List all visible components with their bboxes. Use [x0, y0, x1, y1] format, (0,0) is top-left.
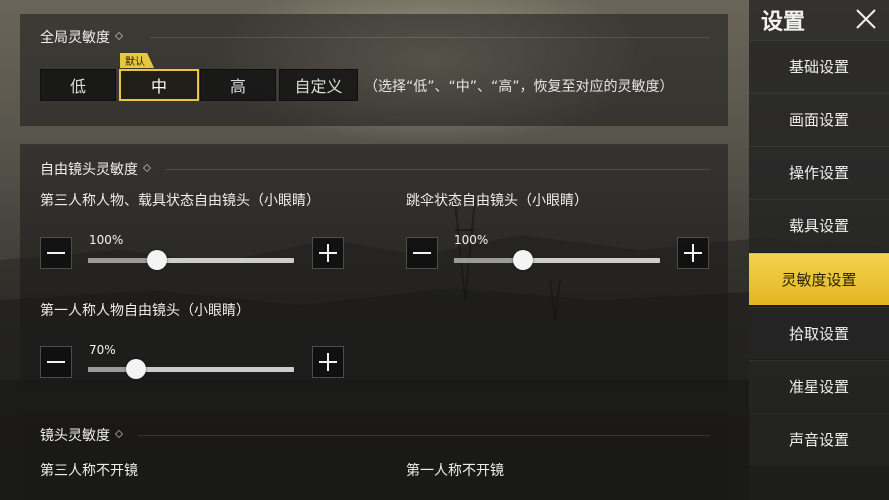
slider-knob[interactable]	[125, 359, 146, 379]
parachute-slider[interactable]	[454, 250, 660, 270]
slider-value: 70%	[89, 343, 116, 357]
sensitivity-hint: （选择“低”、“中”、“高”，恢复至对应的灵敏度）	[364, 79, 674, 95]
sidebar-item-label: 载具设置	[788, 217, 849, 235]
diamond-icon	[142, 163, 152, 173]
minus-icon	[47, 361, 65, 363]
sidebar-item-label: 基础设置	[788, 58, 849, 76]
diamond-icon	[114, 31, 124, 41]
free-camera-title-text: 自由镜头灵敏度	[40, 162, 138, 178]
slider-knob[interactable]	[146, 250, 167, 270]
camera-sensitivity-panel: 镜头灵敏度 第三人称不开镜 第一人称不开镜	[20, 410, 728, 500]
option-label: 高	[229, 77, 246, 96]
sidebar-item-sound[interactable]: 声音设置	[749, 413, 889, 465]
global-sensitivity-title-text: 全局灵敏度	[40, 30, 110, 46]
sensitivity-option-low[interactable]: 低	[40, 69, 116, 101]
diamond-icon	[114, 429, 124, 439]
third-person-no-scope-label: 第三人称不开镜	[40, 463, 138, 479]
settings-title: 设置	[761, 10, 806, 35]
option-label: 低	[69, 77, 86, 96]
third-person-free-camera-label: 第三人称人物、载具状态自由镜头（小眼睛）	[40, 193, 320, 209]
first-person-no-scope-label: 第一人称不开镜	[406, 463, 504, 479]
plus-icon	[319, 244, 337, 262]
plus-icon	[684, 244, 702, 262]
free-camera-panel: 自由镜头灵敏度 第三人称人物、载具状态自由镜头（小眼睛） 100% 跳伞状态自由…	[20, 144, 728, 392]
plus-button[interactable]	[677, 237, 709, 269]
option-label: 中	[150, 77, 167, 96]
sidebar-item-label: 操作设置	[788, 164, 849, 182]
first-person-slider[interactable]	[88, 359, 294, 379]
minus-icon	[413, 252, 431, 254]
sidebar-item-basic[interactable]: 基础设置	[749, 40, 889, 92]
global-sensitivity-title: 全局灵敏度	[40, 27, 124, 47]
section-divider	[165, 169, 710, 170]
sidebar-item-label: 画面设置	[788, 111, 849, 129]
sidebar-item-controls[interactable]: 操作设置	[749, 146, 889, 198]
parachute-free-camera-label: 跳伞状态自由镜头（小眼睛）	[406, 193, 588, 209]
section-divider	[138, 435, 710, 436]
settings-sidebar: 设置 基础设置 画面设置 操作设置 载具设置 灵敏度设置 拾取设置 准星设置 声…	[749, 0, 889, 500]
sidebar-item-sensitivity[interactable]: 灵敏度设置	[749, 253, 889, 305]
minus-button[interactable]	[40, 346, 72, 378]
free-camera-title: 自由镜头灵敏度	[40, 159, 152, 179]
sidebar-item-label: 声音设置	[788, 431, 849, 449]
sensitivity-option-medium[interactable]: 中	[119, 69, 199, 101]
plus-icon	[319, 353, 337, 371]
sensitivity-option-custom[interactable]: 自定义	[279, 69, 358, 101]
sidebar-header: 设置	[749, 0, 889, 38]
plus-button[interactable]	[312, 237, 344, 269]
sidebar-item-label: 准星设置	[788, 378, 849, 396]
sidebar-item-crosshair[interactable]: 准星设置	[749, 360, 889, 412]
slider-value: 100%	[454, 233, 489, 247]
slider-knob[interactable]	[512, 250, 533, 270]
close-icon[interactable]	[853, 6, 879, 32]
sensitivity-option-high[interactable]: 高	[200, 69, 276, 101]
plus-button[interactable]	[312, 346, 344, 378]
sidebar-item-label: 灵敏度设置	[781, 271, 857, 289]
third-person-slider[interactable]	[88, 250, 294, 270]
sidebar-item-graphics[interactable]: 画面设置	[749, 93, 889, 145]
sidebar-item-pickup[interactable]: 拾取设置	[749, 307, 889, 359]
option-label: 自定义	[294, 77, 343, 96]
slider-value: 100%	[89, 233, 124, 247]
section-divider	[150, 37, 710, 38]
minus-icon	[47, 252, 65, 254]
sidebar-item-vehicle[interactable]: 载具设置	[749, 199, 889, 251]
global-sensitivity-panel: 全局灵敏度 低 中 默认 高 自定义 （选择“低”、“中”、“高”，恢复至对应的…	[20, 14, 728, 126]
sidebar-item-label: 拾取设置	[788, 325, 849, 343]
minus-button[interactable]	[406, 237, 438, 269]
default-badge-text: 默认	[125, 57, 145, 68]
default-badge: 默认	[120, 53, 154, 68]
minus-button[interactable]	[40, 237, 72, 269]
camera-sensitivity-title: 镜头灵敏度	[40, 425, 124, 445]
camera-sensitivity-title-text: 镜头灵敏度	[40, 428, 110, 444]
first-person-free-camera-label: 第一人称人物自由镜头（小眼睛）	[40, 303, 250, 319]
